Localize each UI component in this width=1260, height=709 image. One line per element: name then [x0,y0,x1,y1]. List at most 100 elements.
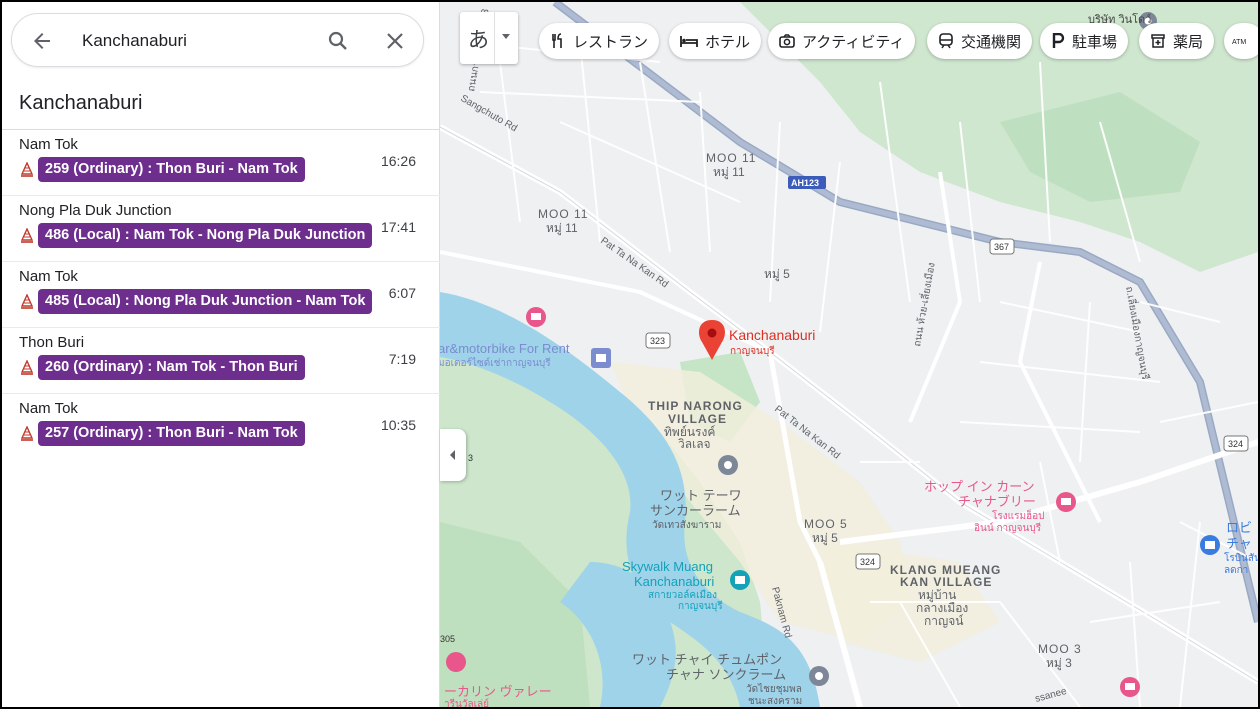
pin-label: กาญจนบุรี [730,345,775,357]
map-label: MOO 5 [804,517,848,531]
chip-label: 薬局 [1173,33,1204,51]
road-shield: 305 [440,634,455,644]
road-shield: 3 [468,453,473,463]
departure-time: 7:19 [388,351,416,367]
map-label: ชนะสงคราม [748,696,802,707]
departure-row[interactable]: Nong Pla Duk Junction 486 (Local) : Nam … [2,196,440,262]
map-label: หมู่ 11 [546,221,578,236]
category-chip-activities[interactable]: アクティビティ [768,23,916,59]
route-badge: 259 (Ordinary) : Thon Buri - Nam Tok [38,157,305,182]
train-icon [20,161,34,178]
category-chip-hotels[interactable]: ホテル [669,23,762,59]
departure-time: 16:26 [380,153,416,169]
departure-row[interactable]: Nam Tok 485 (Local) : Nong Pla Duk Junct… [2,262,440,328]
train-icon [20,359,34,376]
map-label: มอเตอร์ไซด์เช่ากาญจนบุรี [440,357,551,369]
category-chip-parking[interactable]: 駐車場 [1040,23,1129,59]
train-icon [20,293,34,310]
map-label: ワット チャイ チュムポン [632,652,782,667]
divider [494,12,495,64]
map-label: หมู่ 11 [713,165,745,180]
map-label: อินน์ กาญจนบุรี [974,522,1042,534]
map-label: ーカリン ヴァレー [444,684,552,699]
category-chip-transit[interactable]: 交通機関 [927,23,1033,59]
category-chip-more[interactable]: ATM [1224,23,1258,59]
map-label: Kanchanaburi [634,574,714,589]
chevron-down-icon [502,34,510,39]
station-title: Kanchanaburi [19,92,143,114]
map-label: THIP NARONG [648,399,743,413]
parking-icon [1052,33,1065,48]
search-box [11,13,424,67]
map-label: ロビ [1226,520,1252,535]
map-label: โรบินสัน [1224,551,1258,564]
map-label: โรงแรมฮ็อป [992,508,1045,522]
train-icon [939,33,953,49]
language-toggle-button[interactable]: あ [460,12,518,64]
side-panel: Kanchanaburi Nam Tok 259 (Ordinary) : Th… [2,2,440,707]
route-badge: 257 (Ordinary) : Thon Buri - Nam Tok [38,421,305,446]
map-label: Skywalk Muang [622,559,713,574]
search-input[interactable] [82,29,302,53]
map-label: ar&motorbike For Rent [440,341,570,356]
departure-destination: Nong Pla Duk Junction [19,202,172,219]
collapse-panel-button[interactable] [440,429,466,481]
departure-destination: Nam Tok [19,400,78,417]
road-shield: 324 [1228,439,1243,449]
map-label: MOO 3 [1038,642,1082,656]
category-chip-restaurants[interactable]: レストラン [539,23,660,59]
route-badge: 486 (Local) : Nam Tok - Nong Pla Duk Jun… [38,223,373,248]
camera-icon [779,34,795,48]
map-label: サンカーラーム [650,503,741,518]
chip-label: 駐車場 [1072,33,1118,51]
map-label: สกายวอล์คเมือง [648,589,717,601]
map-label: กาญจน์ [924,614,964,628]
chip-label: ホテル [705,33,751,51]
map-label: チャナ ソンクラーム [666,667,786,682]
pin-label: Kanchanaburi [729,327,815,343]
departure-time: 17:41 [380,219,416,235]
map-label: チャナブリー [958,494,1036,509]
map-graphics: MOO 11 หมู่ 11 MOO 11 หมู่ 11 หมู่ 5 THI… [440,2,1258,707]
map-label: กาญจนบุรี [678,600,723,612]
departure-time: 10:35 [380,417,416,433]
chip-label: アクティビティ [802,33,905,51]
map-label: วิลเลจ [678,437,711,451]
arrow-back-icon[interactable] [30,29,54,53]
route-badge: 485 (Local) : Nong Pla Duk Junction - Na… [38,289,373,314]
departure-row[interactable]: Thon Buri 260 (Ordinary) : Nam Tok - Tho… [2,328,440,394]
input-method-icon: あ [468,28,489,52]
map-label: ホップ イン カーン [924,479,1035,494]
map-label: ワット テーワ [660,488,742,503]
map-label: วัดไชยชุมพล [746,683,802,695]
atm-icon: ATM [1232,39,1246,46]
search-icon[interactable] [326,29,350,53]
map-label: หมู่ 5 [764,267,790,282]
departure-row[interactable]: Nam Tok 259 (Ordinary) : Thon Buri - Nam… [2,130,440,196]
departure-row[interactable]: Nam Tok 257 (Ordinary) : Thon Buri - Nam… [2,394,440,460]
restaurant-icon [552,33,562,48]
map-label: KAN VILLAGE [900,575,992,589]
map-label: VILLAGE [668,412,727,426]
departure-time: 6:07 [388,285,416,301]
map-canvas[interactable]: MOO 11 หมู่ 11 MOO 11 หมู่ 11 หมู่ 5 THI… [440,2,1258,707]
road-shield: AH123 [791,178,819,188]
map-label: หมู่ 5 [812,531,838,546]
hotel-icon [680,36,698,47]
train-icon [20,227,34,244]
departure-destination: Nam Tok [19,268,78,285]
map-label: MOO 11 [538,207,588,221]
map-label: หมู่ 3 [1046,656,1072,671]
chip-label: レストラン [573,33,649,51]
departure-destination: Thon Buri [19,334,85,351]
chevron-left-icon [450,450,455,460]
category-chip-pharmacy[interactable]: 薬局 [1139,23,1215,59]
departure-destination: Nam Tok [19,136,78,153]
road-shield: 367 [994,242,1009,252]
route-badge: 260 (Ordinary) : Nam Tok - Thon Buri [38,355,305,380]
close-icon[interactable] [383,29,407,53]
road-shield: 324 [860,557,875,567]
pharmacy-icon [1151,34,1165,48]
chip-label: 交通機関 [961,33,1022,51]
map-label: กลางเมือง [916,601,968,615]
